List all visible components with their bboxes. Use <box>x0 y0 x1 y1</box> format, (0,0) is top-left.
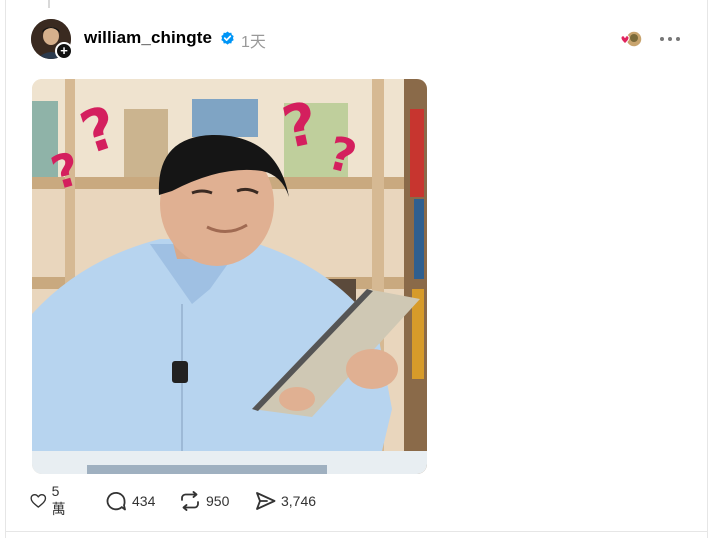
repost-button[interactable]: 950 <box>179 490 229 512</box>
verified-badge-icon <box>221 31 234 45</box>
more-options-ellipsis-icon[interactable] <box>658 30 682 48</box>
post-divider <box>5 531 708 532</box>
reply-count: 434 <box>132 493 156 509</box>
profile-avatar[interactable]: + <box>31 19 73 60</box>
feed-right-border <box>707 0 708 538</box>
repost-arrows-icon <box>181 491 199 511</box>
feed-left-border <box>5 0 6 538</box>
like-count: 5 萬 <box>51 483 66 517</box>
username-link[interactable]: william_chingte <box>84 28 212 48</box>
liker-avatars[interactable] <box>618 30 644 48</box>
share-count: 3,746 <box>281 493 317 509</box>
like-button[interactable]: 5 萬 <box>30 483 71 517</box>
post-timestamp[interactable]: 1天 <box>241 28 266 52</box>
reply-button[interactable]: 434 <box>106 490 155 512</box>
post-image[interactable]: ? ? ? ? <box>32 79 427 474</box>
repost-count: 950 <box>206 493 230 509</box>
follow-plus-icon[interactable]: + <box>55 42 73 60</box>
heart-icon <box>30 493 47 508</box>
thread-connector-line <box>48 0 50 8</box>
speech-bubble-icon <box>106 491 126 510</box>
share-button[interactable]: 3,746 <box>255 490 316 512</box>
paper-plane-icon <box>256 492 276 510</box>
post-photo: ? ? ? ? <box>32 79 427 474</box>
